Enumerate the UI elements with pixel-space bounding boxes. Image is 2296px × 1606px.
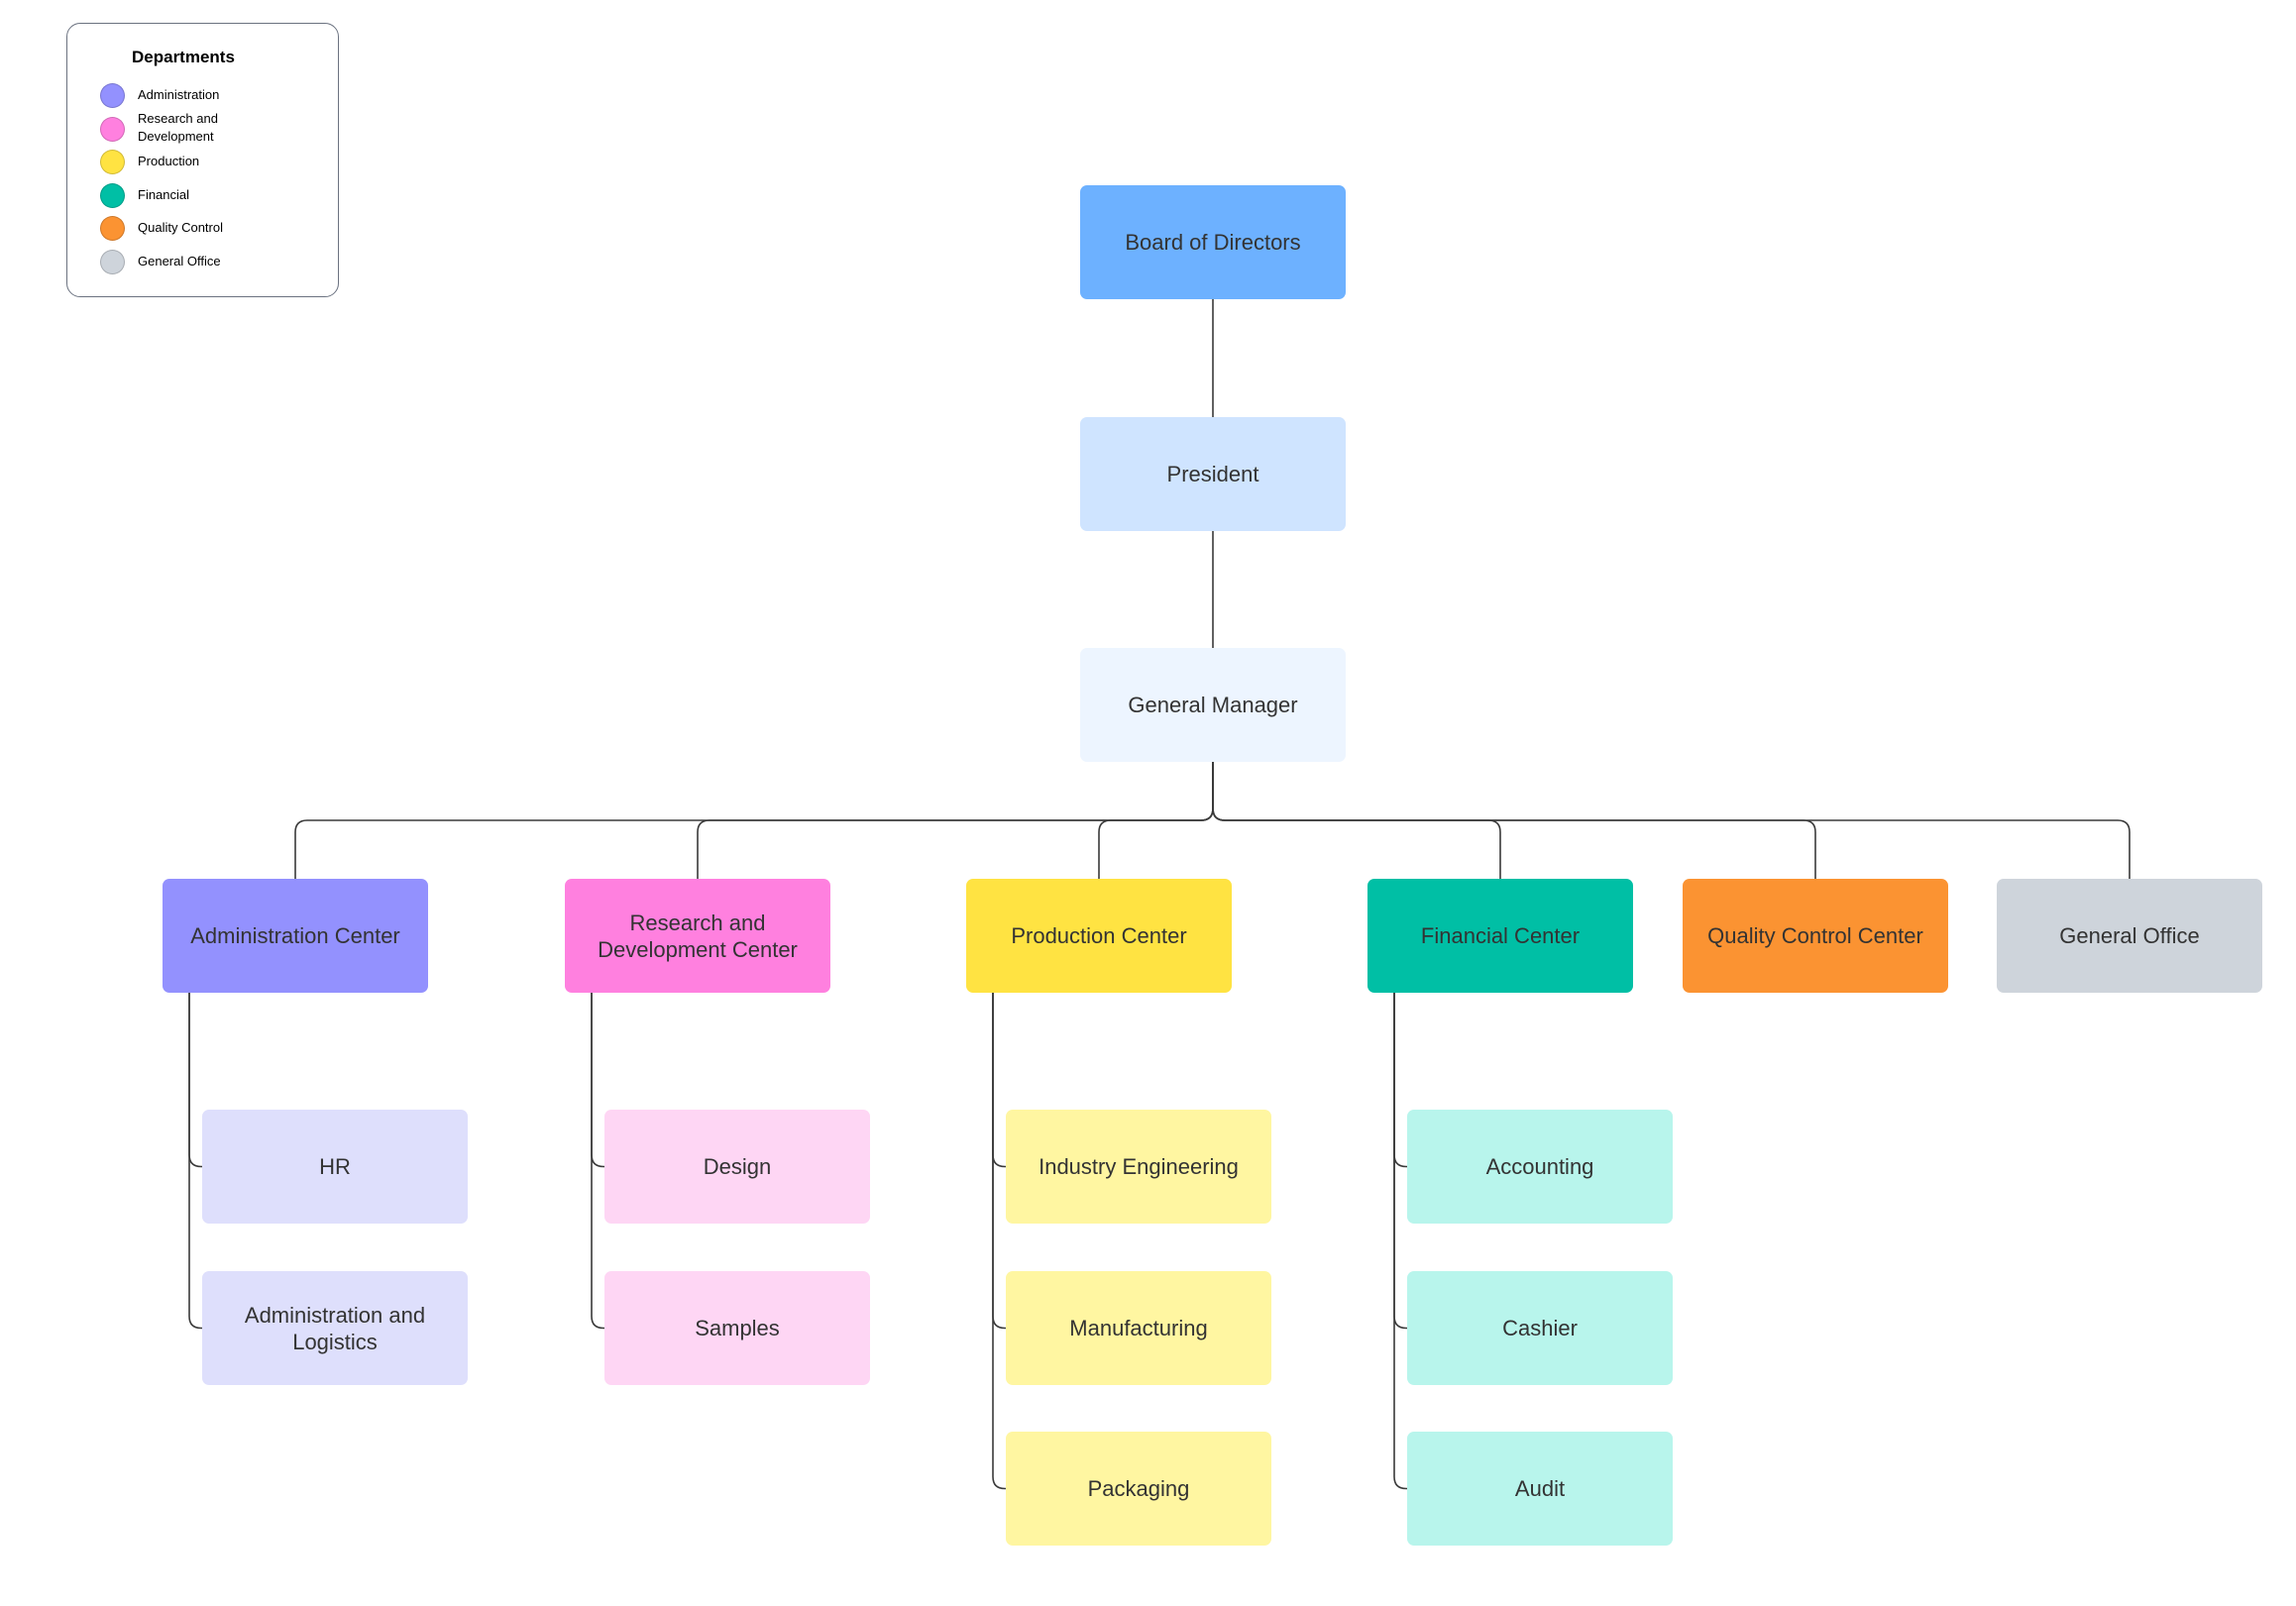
legend-color-swatch [100, 83, 125, 108]
connector-line [992, 993, 1006, 1330]
node-hr[interactable]: HR [202, 1110, 468, 1224]
node-manufacturing[interactable]: Manufacturing [1006, 1271, 1271, 1385]
node-label: General Manager [1128, 693, 1298, 717]
node-label: Samples [695, 1316, 780, 1340]
node-label: Manufacturing [1069, 1316, 1208, 1340]
connector-line [1212, 762, 2131, 879]
node-general-manager[interactable]: General Manager [1080, 648, 1346, 762]
connector-line [1393, 993, 1407, 1330]
legend-item-financial: Financial [100, 183, 328, 217]
connector-line [1098, 762, 1214, 879]
node-design[interactable]: Design [604, 1110, 870, 1224]
node-label: Financial Center [1420, 923, 1581, 948]
connector-line [294, 762, 1214, 879]
legend-color-swatch [100, 183, 125, 208]
node-industry-engineering[interactable]: Industry Engineering [1006, 1110, 1271, 1224]
node-accounting[interactable]: Accounting [1407, 1110, 1673, 1224]
node-administration-center[interactable]: Administration Center [163, 879, 428, 993]
legend-color-swatch [100, 150, 125, 174]
node-research-and-development-center[interactable]: Research and Development Center [565, 879, 830, 993]
connector-line [591, 993, 604, 1168]
legend-color-swatch [100, 250, 125, 274]
node-administration-and-logistics[interactable]: Administration and Logistics [202, 1271, 468, 1385]
legend-title: Departments [132, 48, 235, 66]
legend-label: General Office [138, 254, 221, 268]
legend-item-production: Production [100, 150, 328, 183]
node-production-center[interactable]: Production Center [966, 879, 1232, 993]
node-board-of-directors[interactable]: Board of Directors [1080, 185, 1346, 299]
node-quality-control-center[interactable]: Quality Control Center [1683, 879, 1948, 993]
node-label: General Office [2059, 923, 2200, 948]
node-samples[interactable]: Samples [604, 1271, 870, 1385]
legend-color-swatch [100, 216, 125, 241]
connector-line [992, 993, 1006, 1168]
legend-item-general-office: General Office [100, 250, 328, 283]
node-cashier[interactable]: Cashier [1407, 1271, 1673, 1385]
connector-line [1393, 993, 1407, 1490]
node-label: Administration Center [190, 923, 400, 948]
connector-line [992, 993, 1006, 1490]
connector-line [188, 993, 202, 1330]
node-label: Administration and Logistics [244, 1302, 426, 1354]
node-label: Production Center [1011, 923, 1187, 948]
legend: Departments Administration Research and D… [66, 23, 339, 297]
connector-line [188, 993, 202, 1168]
legend-item-quality-control: Quality Control [100, 216, 328, 250]
node-general-office[interactable]: General Office [1997, 879, 2262, 993]
node-label: HR [319, 1154, 351, 1179]
node-label: Research and Development Center [598, 910, 798, 962]
legend-label: Administration [138, 87, 220, 102]
node-label: President [1166, 462, 1259, 486]
node-label: Packaging [1087, 1476, 1190, 1501]
connector-line [697, 762, 1214, 879]
node-label: Industry Engineering [1039, 1154, 1239, 1179]
node-label: Design [703, 1154, 772, 1179]
node-audit[interactable]: Audit [1407, 1432, 1673, 1546]
legend-item-research-and-development: Research and Development [100, 111, 328, 151]
legend-label: Research and Development [138, 111, 218, 144]
legend-label: Financial [138, 187, 190, 202]
node-packaging[interactable]: Packaging [1006, 1432, 1271, 1546]
legend-label: Production [138, 154, 200, 168]
connector-line [1212, 762, 1501, 879]
legend-label: Quality Control [138, 220, 223, 235]
connector-line [1212, 762, 1816, 879]
node-president[interactable]: President [1080, 417, 1346, 531]
node-label: Board of Directors [1125, 230, 1301, 255]
connector-line [1393, 993, 1407, 1168]
node-label: Cashier [1502, 1316, 1578, 1340]
node-financial-center[interactable]: Financial Center [1367, 879, 1633, 993]
legend-color-swatch [100, 117, 125, 142]
node-label: Quality Control Center [1707, 923, 1923, 948]
node-label: Audit [1514, 1476, 1566, 1501]
node-label: Accounting [1485, 1154, 1594, 1179]
connector-line [591, 993, 604, 1330]
